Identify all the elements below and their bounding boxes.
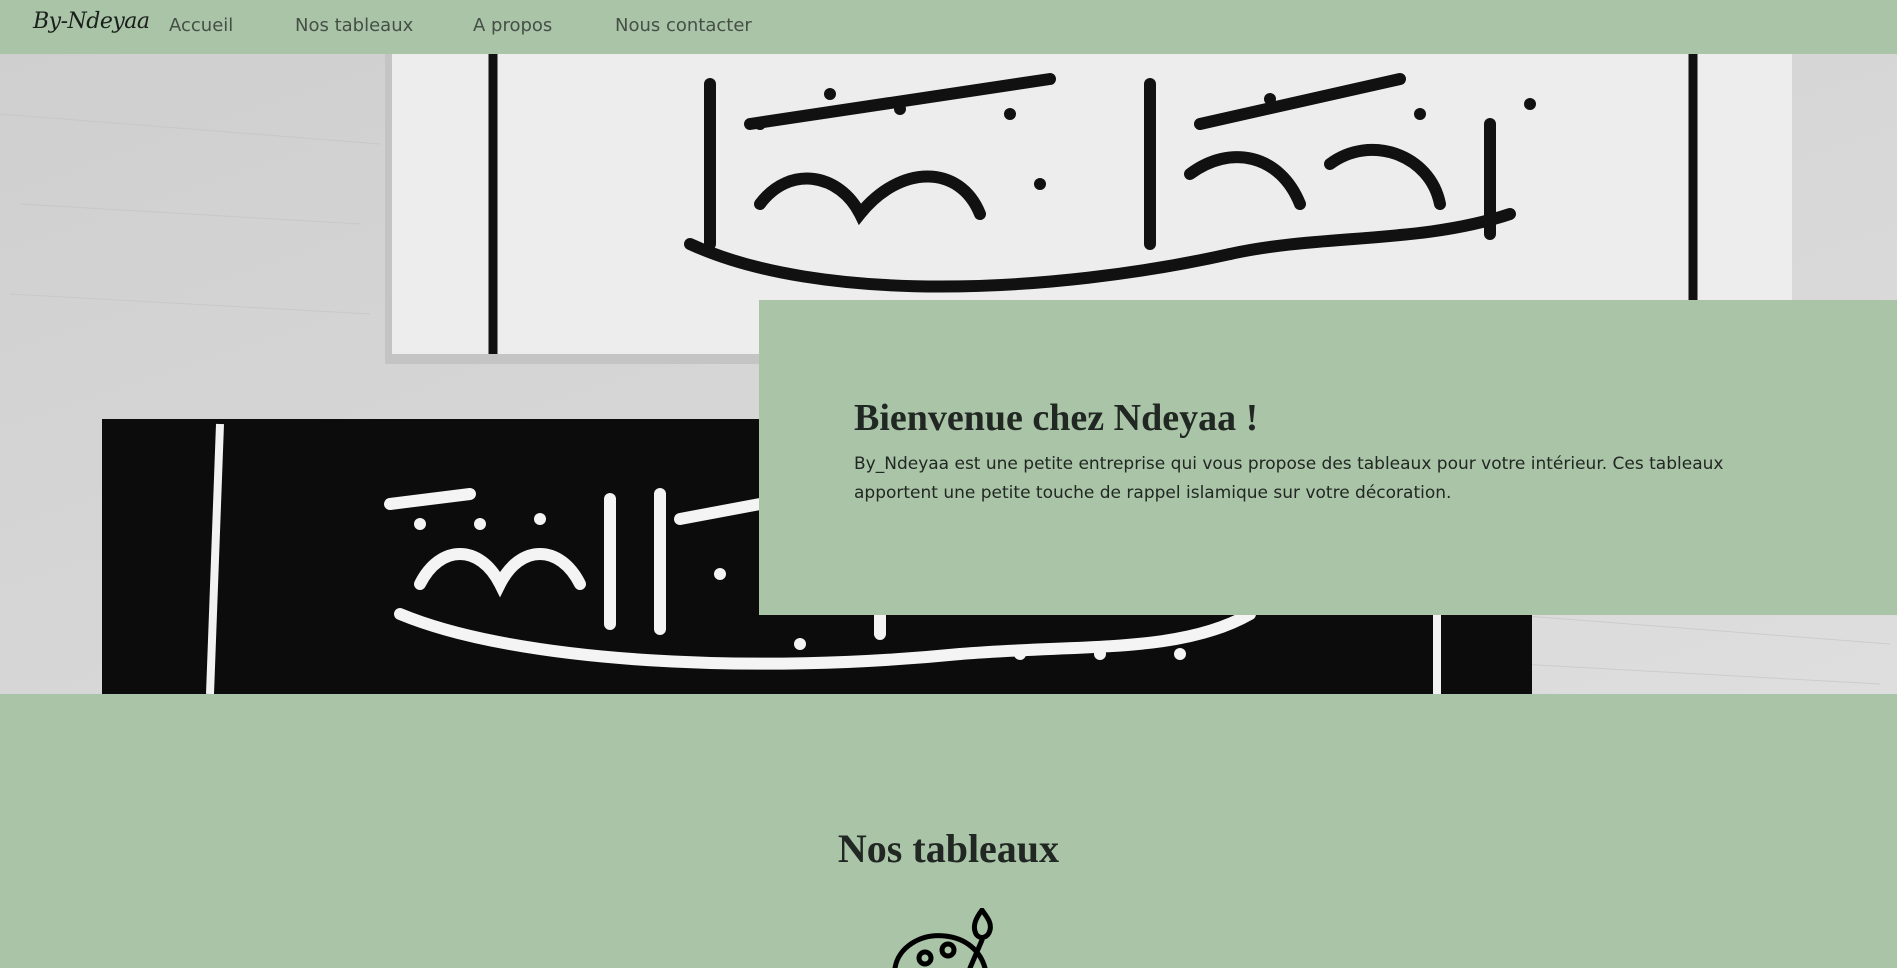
nav-link-accueil[interactable]: Accueil <box>169 15 233 36</box>
welcome-card: Bienvenue chez Ndeyaa ! By_Ndeyaa est un… <box>759 300 1897 615</box>
navbar: By-Ndeyaa Accueil Nos tableaux A propos … <box>0 0 1897 54</box>
nav-link-a-propos[interactable]: A propos <box>473 15 552 36</box>
brand-logo[interactable]: By-Ndeyaa <box>33 9 150 34</box>
nav-link-nous-contacter[interactable]: Nous contacter <box>615 15 752 36</box>
hero-section: Bienvenue chez Ndeyaa ! By_Ndeyaa est un… <box>0 54 1897 694</box>
palette-icon <box>892 908 993 968</box>
welcome-title: Bienvenue chez Ndeyaa ! <box>854 397 1259 439</box>
nav-link-nos-tableaux[interactable]: Nos tableaux <box>295 15 413 36</box>
welcome-description: By_Ndeyaa est une petite entreprise qui … <box>854 454 1724 503</box>
section-title-nos-tableaux: Nos tableaux <box>837 826 1060 871</box>
